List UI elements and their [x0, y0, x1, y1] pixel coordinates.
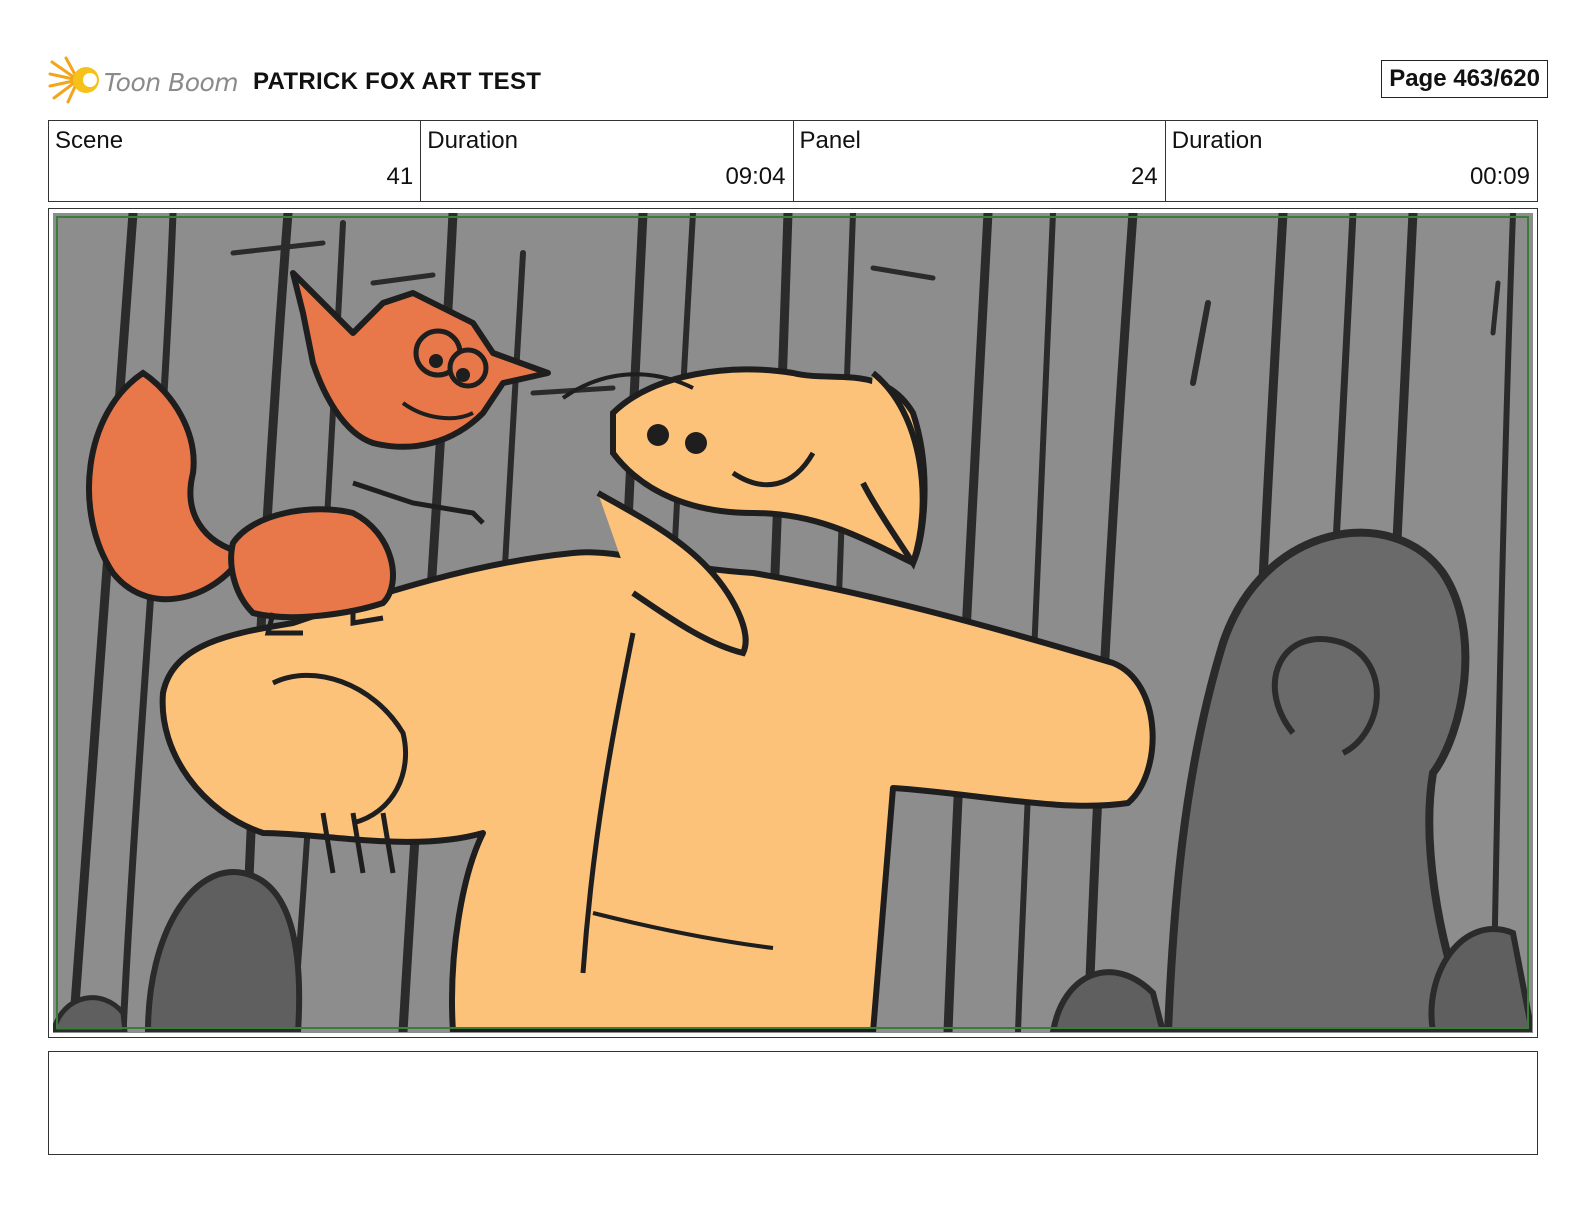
toon-boom-logo: Toon Boom — [48, 54, 248, 106]
panel-duration-label: Duration — [1171, 127, 1263, 154]
panel-duration-cell: Duration 00:09 — [1166, 121, 1537, 201]
scene-info-table: Scene 41 Duration 09:04 Panel 24 Duratio… — [48, 120, 1538, 202]
burst-icon — [48, 56, 99, 104]
panel-illustration — [53, 213, 1532, 1032]
scene-duration-label: Duration — [427, 127, 518, 154]
scene-duration-value: 09:04 — [725, 163, 786, 190]
page-number: Page 463/620 — [1381, 60, 1548, 98]
scene-value: 41 — [386, 163, 414, 190]
panel-value: 24 — [1131, 163, 1158, 190]
project-title: PATRICK FOX ART TEST — [253, 68, 542, 95]
panel-cell: Panel 24 — [794, 121, 1166, 201]
scene-duration-cell: Duration 09:04 — [421, 121, 794, 201]
page-header: Toon Boom PATRICK FOX ART TEST Page 463/… — [48, 52, 1548, 108]
storyboard-panel-image — [53, 213, 1533, 1033]
panel-frame — [48, 208, 1538, 1038]
scene-label: Scene — [55, 127, 124, 154]
panel-label: Panel — [799, 127, 861, 154]
panel-duration-value: 00:09 — [1469, 163, 1530, 190]
panel-notes-box — [48, 1051, 1538, 1155]
scene-cell: Scene 41 — [49, 121, 422, 201]
logo-text: Toon Boom — [104, 68, 239, 97]
